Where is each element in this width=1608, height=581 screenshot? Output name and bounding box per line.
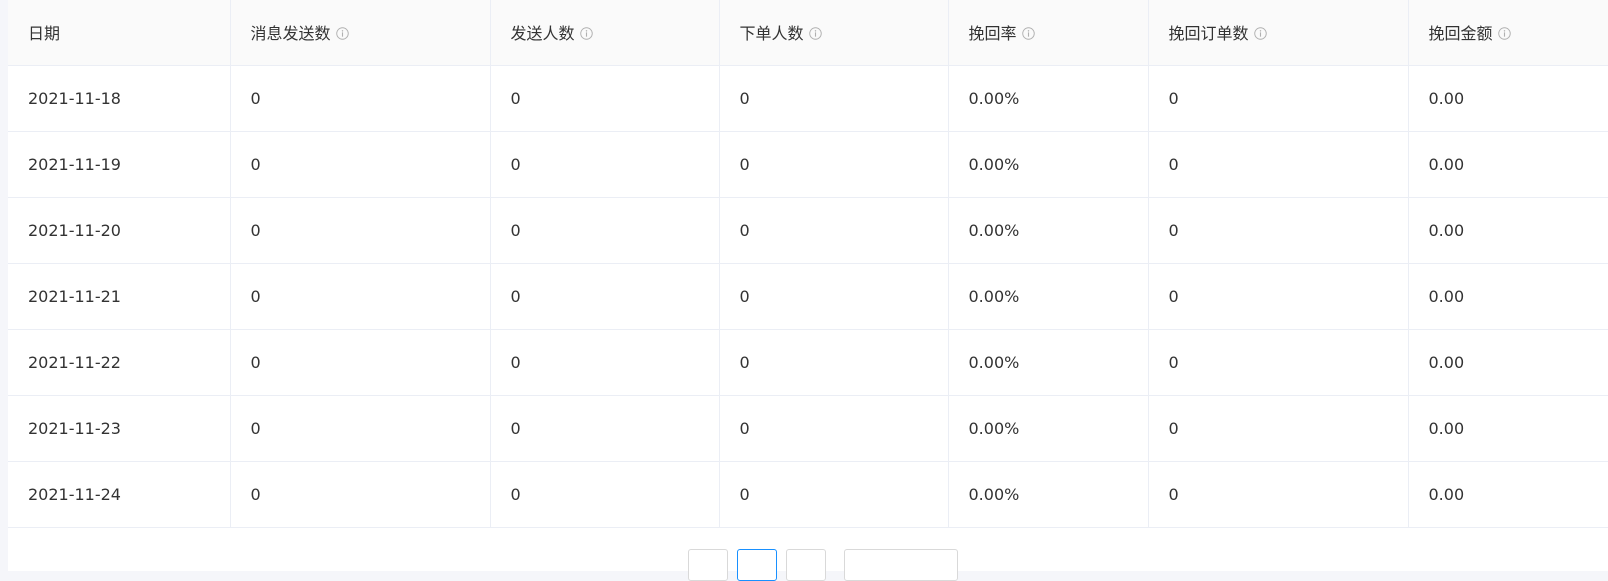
table-cell: 2021-11-18: [8, 65, 231, 132]
table-cell: 0: [230, 395, 491, 462]
table-cell: 0.00%: [948, 263, 1149, 330]
info-circle-icon[interactable]: [808, 27, 822, 40]
table-cell: 2021-11-24: [8, 461, 231, 528]
table-header-row: 日期 消息发送数 发送人数 下单人数 挽回率 挽回订单数 挽回金额: [8, 0, 1608, 66]
column-header-label: 挽回金额: [1428, 24, 1493, 44]
info-circle-icon[interactable]: [1497, 27, 1511, 40]
info-circle-icon[interactable]: [1253, 27, 1267, 40]
column-header-0: 日期: [8, 0, 231, 66]
table-cell: 0: [719, 197, 949, 264]
column-header-1: 消息发送数: [230, 0, 491, 66]
table-cell: 0: [719, 131, 949, 198]
table-cell: 0.00: [1408, 263, 1608, 330]
table-cell: 2021-11-22: [8, 329, 231, 396]
table-cell: 0.00: [1408, 197, 1608, 264]
column-header-4: 挽回率: [948, 0, 1149, 66]
table-cell: 0: [490, 263, 720, 330]
table-cell: 0: [490, 329, 720, 396]
table-cell: 0: [1148, 329, 1409, 396]
table-cell: 0: [230, 461, 491, 528]
table-cell: 0: [1148, 461, 1409, 528]
pagination: [8, 549, 1608, 581]
table-cell: 0: [719, 65, 949, 132]
table-cell: 0: [1148, 395, 1409, 462]
info-circle-icon[interactable]: [335, 27, 349, 40]
table-cell: 0: [490, 197, 720, 264]
column-header-label: 下单人数: [739, 24, 804, 44]
column-header-label: 挽回订单数: [1168, 24, 1249, 44]
table-row: 2021-11-22 0 0 0 0.00% 0 0.00: [8, 329, 1608, 396]
column-header-5: 挽回订单数: [1148, 0, 1409, 66]
table-cell: 0: [719, 461, 949, 528]
column-header-label: 发送人数: [510, 24, 575, 44]
table-cell: 0: [719, 263, 949, 330]
table-cell: 0: [230, 65, 491, 132]
table-row: 2021-11-24 0 0 0 0.00% 0 0.00: [8, 461, 1608, 528]
table-cell: 0: [230, 131, 491, 198]
table-cell: 0.00%: [948, 329, 1149, 396]
table-row: 2021-11-18 0 0 0 0.00% 0 0.00: [8, 65, 1608, 132]
column-header-label: 消息发送数: [250, 24, 331, 44]
table-cell: 0.00: [1408, 65, 1608, 132]
table-row: 2021-11-20 0 0 0 0.00% 0 0.00: [8, 197, 1608, 264]
table-cell: 2021-11-19: [8, 131, 231, 198]
table-cell: 2021-11-20: [8, 197, 231, 264]
table-cell: 0.00%: [948, 461, 1149, 528]
table-cell: 0: [1148, 263, 1409, 330]
table-header: 日期 消息发送数 发送人数 下单人数 挽回率 挽回订单数 挽回金额: [8, 0, 1608, 66]
table-cell: 0: [490, 395, 720, 462]
table-cell: 0.00%: [948, 65, 1149, 132]
table-cell: 0.00%: [948, 395, 1149, 462]
table-cell: 2021-11-21: [8, 263, 231, 330]
table-row: 2021-11-21 0 0 0 0.00% 0 0.00: [8, 263, 1608, 330]
data-table-panel: 日期 消息发送数 发送人数 下单人数 挽回率 挽回订单数 挽回金额 2021-11-18 0 0…: [8, 0, 1608, 581]
table-row: 2021-11-23 0 0 0 0.00% 0 0.00: [8, 395, 1608, 462]
table-cell: 0: [230, 329, 491, 396]
info-circle-icon[interactable]: [579, 27, 593, 40]
table-cell: 0: [1148, 197, 1409, 264]
prev-page-button[interactable]: [688, 549, 728, 581]
table-cell: 0.00%: [948, 197, 1149, 264]
table-cell: 0.00: [1408, 395, 1608, 462]
table-cell: 0: [1148, 65, 1409, 132]
table-cell: 0.00: [1408, 329, 1608, 396]
table-cell: 0.00: [1408, 461, 1608, 528]
table-cell: 0.00: [1408, 131, 1608, 198]
table-cell: 0: [490, 65, 720, 132]
next-page-button[interactable]: [786, 549, 826, 581]
column-header-3: 下单人数: [719, 0, 949, 66]
page-number-button-current[interactable]: [737, 549, 777, 581]
column-header-label: 挽回率: [968, 24, 1017, 44]
recovery-stats-table: 日期 消息发送数 发送人数 下单人数 挽回率 挽回订单数 挽回金额 2021-11-18 0 0…: [8, 0, 1608, 528]
table-cell: 2021-11-23: [8, 395, 231, 462]
column-header-6: 挽回金额: [1408, 0, 1608, 66]
table-cell: 0: [230, 197, 491, 264]
table-cell: 0: [230, 263, 491, 330]
table-cell: 0: [719, 329, 949, 396]
table-cell: 0: [719, 395, 949, 462]
info-circle-icon[interactable]: [1021, 27, 1035, 40]
table-cell: 0: [1148, 131, 1409, 198]
table-body: 2021-11-18 0 0 0 0.00% 0 0.00 2021-11-19 0 0 0 0.00…: [8, 65, 1608, 528]
column-header-label: 日期: [28, 24, 61, 44]
page-size-select[interactable]: [844, 549, 958, 581]
table-cell: 0.00%: [948, 131, 1149, 198]
table-cell: 0: [490, 461, 720, 528]
table-row: 2021-11-19 0 0 0 0.00% 0 0.00: [8, 131, 1608, 198]
column-header-2: 发送人数: [490, 0, 720, 66]
table-cell: 0: [490, 131, 720, 198]
